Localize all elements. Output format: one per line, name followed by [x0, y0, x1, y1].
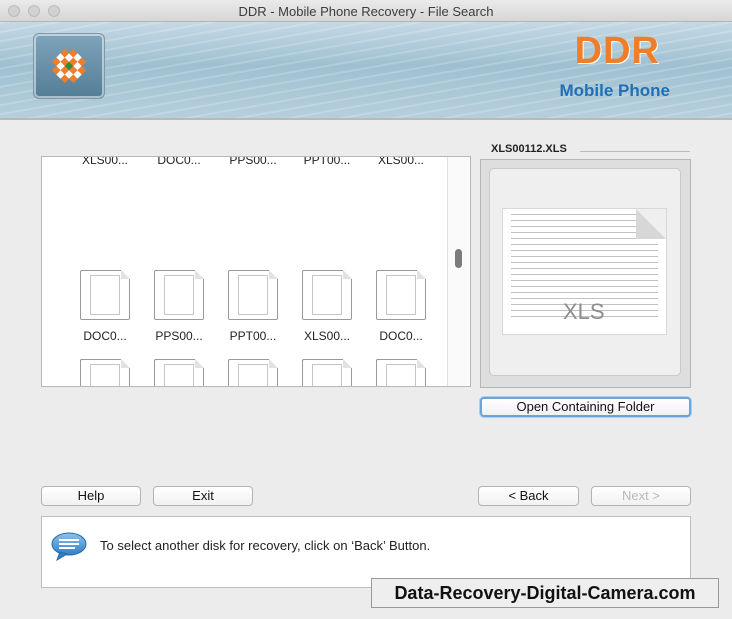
website-watermark: Data-Recovery-Digital-Camera.com — [371, 578, 719, 608]
brand-subtitle: Mobile Phone — [559, 81, 671, 100]
document-file-icon[interactable] — [80, 359, 130, 386]
document-file-icon — [376, 270, 426, 320]
brand-name: DDR — [574, 30, 660, 72]
document-file-icon — [80, 270, 130, 320]
vertical-scrollbar[interactable] — [447, 157, 470, 386]
document-file-icon — [302, 270, 352, 320]
title-bar: DDR - Mobile Phone Recovery - File Searc… — [0, 0, 732, 22]
speech-bubble-icon — [51, 532, 87, 561]
file-item-label: PPT00... — [303, 156, 351, 167]
file-item-label: XLS00... — [377, 156, 425, 167]
document-file-icon[interactable] — [228, 359, 278, 386]
preview-title: XLS00112.XLS — [491, 143, 567, 155]
status-message: To select another disk for recovery, cli… — [100, 538, 431, 553]
exit-button[interactable]: Exit — [153, 486, 253, 506]
file-item-label: PPS00... — [229, 156, 277, 167]
header-divider — [0, 118, 732, 120]
help-button[interactable]: Help — [41, 486, 141, 506]
file-grid[interactable]: XLS00... DOC0... PPS00... PPT00... XLS00... D… — [41, 156, 471, 387]
scrollbar-thumb[interactable] — [455, 249, 462, 268]
file-item-label: DOC0... — [83, 329, 127, 343]
document-file-icon[interactable] — [376, 359, 426, 386]
preview-document-thumbnail: XLS — [502, 208, 667, 335]
checkered-logo-icon — [52, 49, 86, 83]
window-title: DDR - Mobile Phone Recovery - File Searc… — [238, 4, 494, 19]
app-logo — [33, 33, 105, 99]
page-curl-icon — [636, 209, 666, 239]
file-item-label: PPT00... — [229, 329, 277, 343]
file-item-label: DOC0... — [379, 329, 423, 343]
document-file-icon — [154, 270, 204, 320]
document-file-icon[interactable] — [302, 359, 352, 386]
back-button[interactable]: < Back — [478, 486, 579, 506]
next-button[interactable]: Next > — [591, 486, 691, 506]
file-item-label: XLS00... — [81, 156, 129, 167]
file-item-label: PPS00... — [155, 329, 203, 343]
file-item-label: DOC0... — [157, 156, 201, 167]
file-item-label: XLS00... — [303, 329, 351, 343]
document-file-icon — [228, 270, 278, 320]
open-containing-folder-button[interactable]: Open Containing Folder — [480, 397, 691, 417]
document-file-icon[interactable] — [154, 359, 204, 386]
header-banner: DDR Mobile Phone — [0, 22, 732, 118]
preview-file-type: XLS — [563, 299, 605, 324]
preview-title-rule — [580, 151, 690, 152]
